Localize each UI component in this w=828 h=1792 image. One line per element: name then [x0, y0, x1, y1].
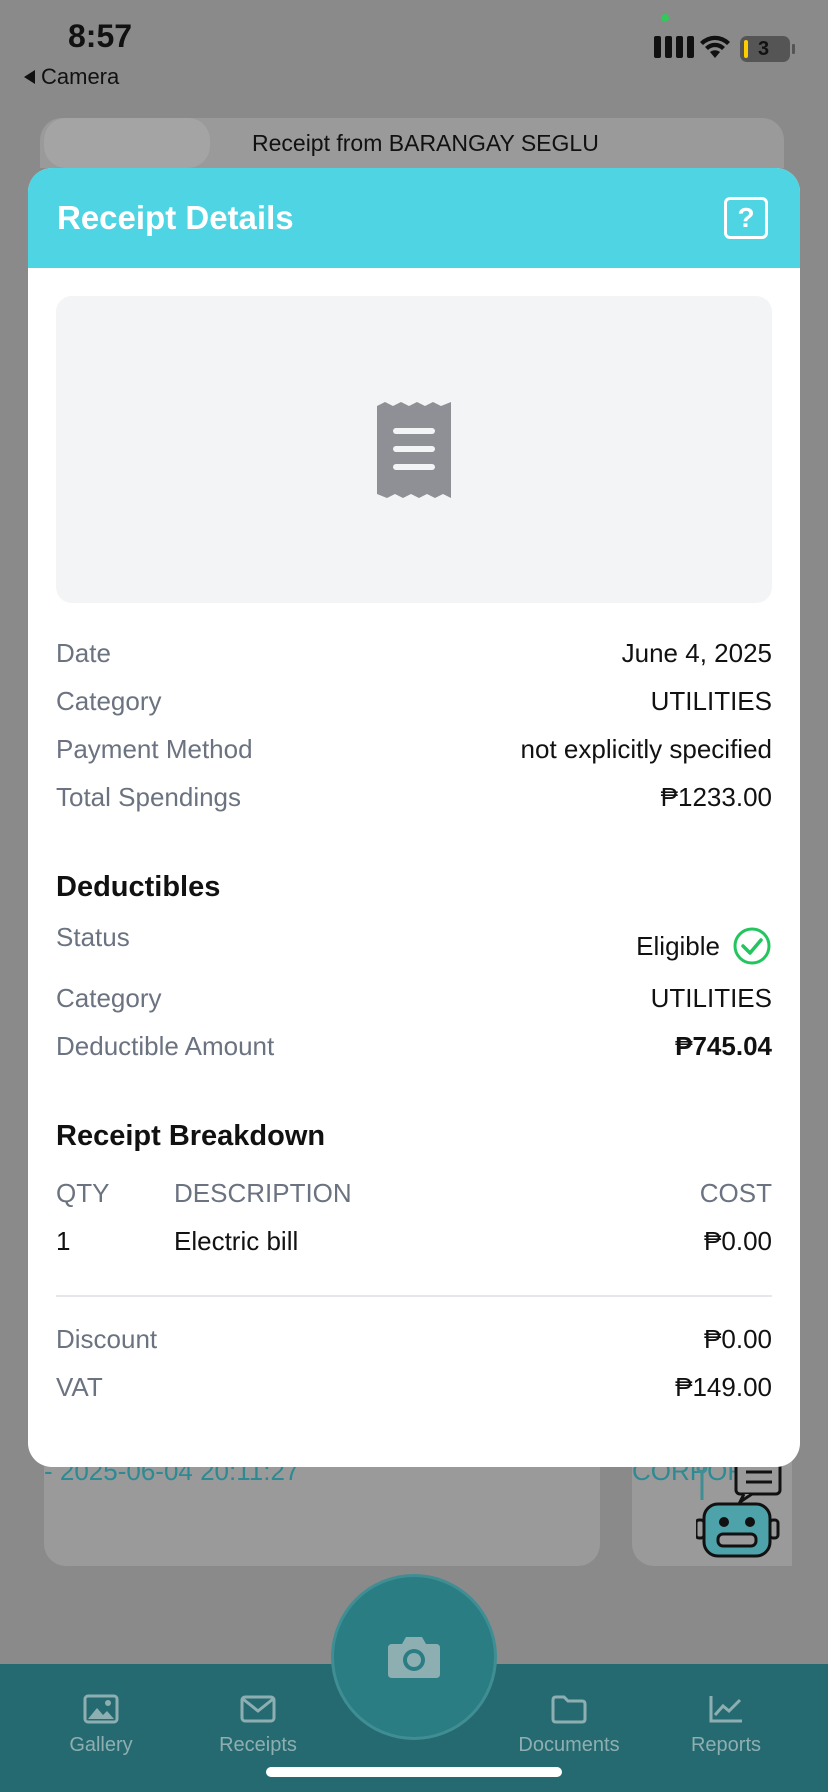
modal-title: Receipt Details	[57, 199, 294, 236]
qty-header: QTY	[56, 1177, 110, 1208]
status-label: Status	[56, 922, 130, 952]
image-icon	[83, 1694, 119, 1724]
back-to-camera-link[interactable]: Camera	[24, 64, 119, 90]
detail-label: Payment Method	[56, 733, 253, 764]
battery-level: 3	[758, 37, 770, 60]
deductibles-title: Deductibles	[56, 871, 221, 903]
detail-label: Total Spendings	[56, 781, 242, 812]
camera-indicator-dot	[661, 14, 669, 22]
item-cost: ₱0.00	[704, 1225, 772, 1256]
vat-label: VAT	[56, 1371, 103, 1402]
check-circle-icon	[733, 927, 771, 965]
nav-gallery[interactable]: Gallery	[31, 1694, 171, 1757]
item-description: Electric bill	[174, 1225, 299, 1256]
chart-icon	[708, 1694, 744, 1724]
detail-value: June 4, 2025	[621, 637, 772, 668]
deductible-category-row: Category UTILITIES	[56, 974, 772, 1022]
detail-label: Category	[56, 685, 162, 716]
cost-header: COST	[699, 1177, 772, 1208]
folder-icon	[551, 1694, 587, 1724]
receipt-icon	[377, 401, 451, 498]
nav-reports-label: Reports	[690, 1734, 762, 1756]
status-time: 8:57	[68, 18, 133, 54]
deductible-amount-row: Deductible Amount ₱745.04	[56, 1022, 772, 1070]
camera-button[interactable]	[331, 1574, 497, 1740]
discount-value: ₱0.00	[704, 1323, 772, 1354]
discount-label: Discount	[56, 1323, 158, 1354]
home-indicator	[266, 1767, 562, 1777]
nav-gallery-label: Gallery	[69, 1734, 133, 1756]
deductible-category-value: UTILITIES	[650, 982, 772, 1013]
detail-row-total-spendings: Total Spendings ₱1233.00	[56, 773, 772, 821]
back-arrow-icon	[24, 70, 35, 84]
discount-row: Discount ₱0.00	[56, 1315, 772, 1363]
vat-row: VAT ₱149.00	[56, 1363, 772, 1411]
background-thumbnail	[44, 118, 210, 168]
receipt-image-placeholder[interactable]	[56, 296, 772, 603]
modal-header: Receipt Details ?	[28, 168, 800, 268]
cellular-signal-icon	[654, 36, 694, 58]
detail-row-category: Category UTILITIES	[56, 677, 772, 725]
nav-documents-label: Documents	[518, 1734, 620, 1756]
table-row: 1 Electric bill ₱0.00	[56, 1217, 772, 1265]
status-bar: 8:57 Camera 3	[0, 0, 828, 92]
breakdown-table-header: QTY DESCRIPTION COST	[56, 1169, 772, 1217]
battery-icon: 3	[740, 36, 790, 62]
vat-value: ₱149.00	[675, 1371, 772, 1402]
nav-receipts[interactable]: Receipts	[188, 1694, 328, 1757]
detail-value: ₱1233.00	[660, 781, 772, 812]
status-value: Eligible	[636, 930, 720, 961]
envelope-icon	[240, 1694, 276, 1724]
detail-value: not explicitly specified	[520, 733, 772, 764]
item-qty: 1	[56, 1225, 71, 1256]
detail-label: Date	[56, 637, 111, 668]
detail-row-payment-method: Payment Method not explicitly specified	[56, 725, 772, 773]
background-receipt-title: Receipt from BARANGAY SEGLU	[252, 130, 599, 156]
breakdown-title: Receipt Breakdown	[56, 1120, 326, 1152]
chatbot-robot-icon[interactable]	[696, 1460, 786, 1560]
description-header: DESCRIPTION	[174, 1177, 352, 1208]
deductible-amount-value: ₱745.04	[675, 1030, 772, 1061]
detail-value: UTILITIES	[650, 685, 772, 716]
nav-reports[interactable]: Reports	[656, 1694, 796, 1757]
deductible-status-row: Status Eligible	[56, 918, 772, 974]
deductible-category-label: Category	[56, 982, 162, 1013]
back-label: Camera	[41, 64, 120, 89]
help-icon: ?	[737, 202, 755, 233]
detail-row-date: Date June 4, 2025	[56, 629, 772, 677]
nav-documents[interactable]: Documents	[499, 1694, 639, 1757]
deductible-amount-label: Deductible Amount	[56, 1030, 275, 1061]
help-button[interactable]: ?	[724, 197, 768, 239]
receipt-details-modal: Receipt Details ? Date June 4, 2025 Cate…	[28, 168, 800, 1467]
camera-icon	[388, 1637, 440, 1678]
wifi-icon	[700, 35, 730, 58]
nav-receipts-label: Receipts	[219, 1734, 297, 1756]
